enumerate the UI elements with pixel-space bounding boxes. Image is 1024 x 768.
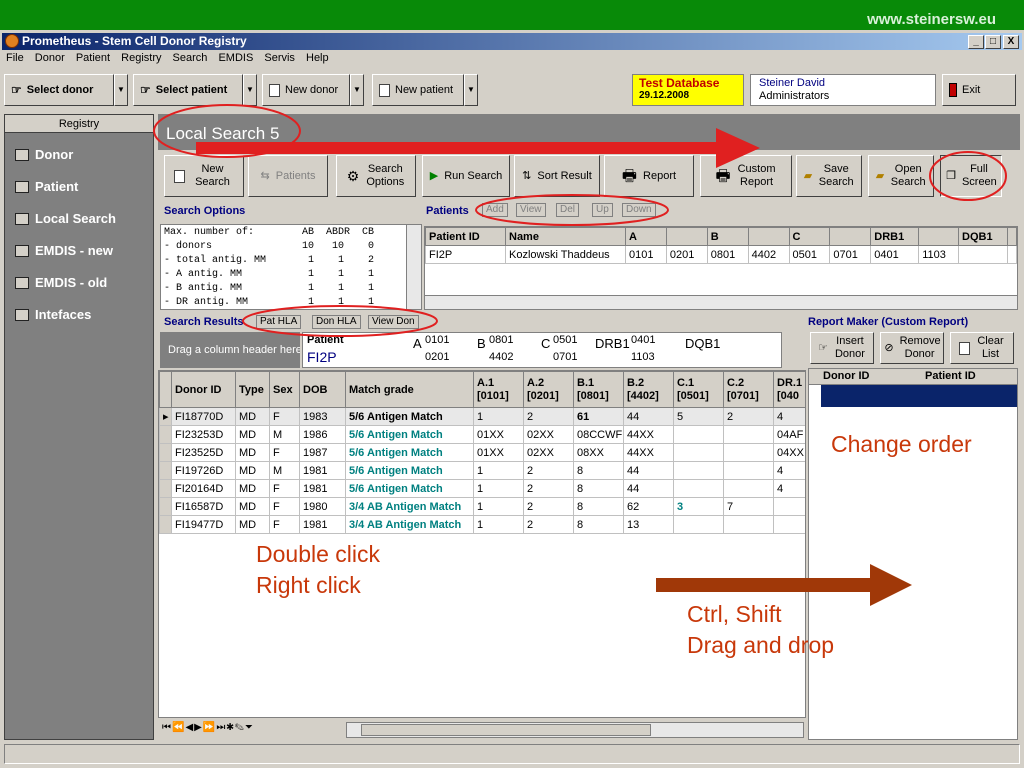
brown-arrow [656, 564, 912, 606]
annotation-change-order: Change order [831, 431, 972, 457]
annotation-layer [153, 104, 1007, 606]
annotation-ctrl-shift: Ctrl, Shift [687, 601, 782, 627]
full-screen-oval [929, 151, 1007, 201]
annotation-right-click: Right click [256, 572, 361, 598]
result-buttons-oval [242, 305, 438, 337]
annotation-drag-drop: Drag and drop [687, 632, 835, 658]
annotation-double-click: Double click [256, 541, 380, 567]
patient-buttons-oval [475, 194, 669, 226]
